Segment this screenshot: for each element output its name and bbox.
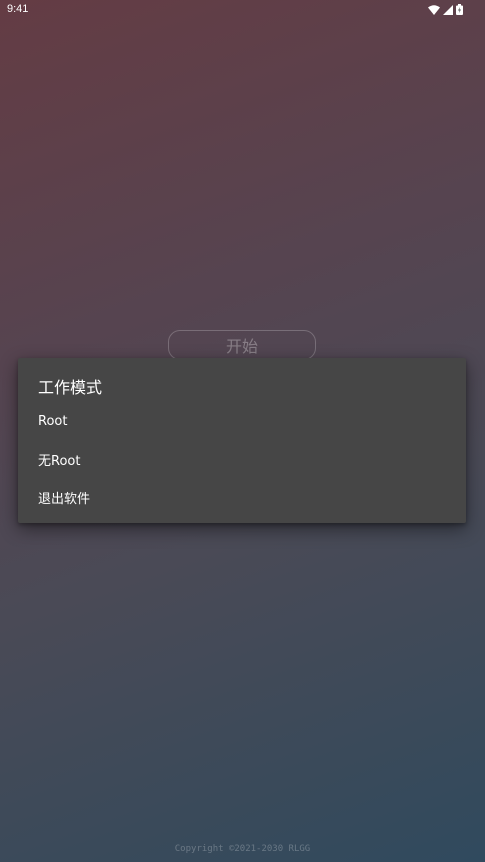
status-icons [428, 4, 463, 15]
dialog-item-no-root[interactable]: 无Root [18, 440, 466, 478]
dialog-item-root[interactable]: Root [18, 402, 466, 440]
status-bar: 9:41 [0, 0, 485, 20]
dialog-item-label: 无Root [38, 453, 81, 469]
status-time: 9:41 [7, 3, 29, 15]
work-mode-dialog: 工作模式 Root 无Root 退出软件 [18, 358, 466, 523]
dialog-item-label: 退出软件 [38, 491, 91, 507]
battery-icon [456, 4, 463, 15]
wifi-icon [428, 4, 440, 15]
start-button[interactable]: 开始 [168, 330, 316, 360]
dialog-item-label: Root [38, 413, 68, 429]
signal-icon [443, 4, 453, 15]
start-button-label: 开始 [225, 337, 258, 356]
dialog-item-exit[interactable]: 退出软件 [18, 478, 466, 516]
dialog-title: 工作模式 [38, 378, 103, 397]
copyright-text: Copyright ©2021-2030 RLGG [174, 844, 311, 854]
